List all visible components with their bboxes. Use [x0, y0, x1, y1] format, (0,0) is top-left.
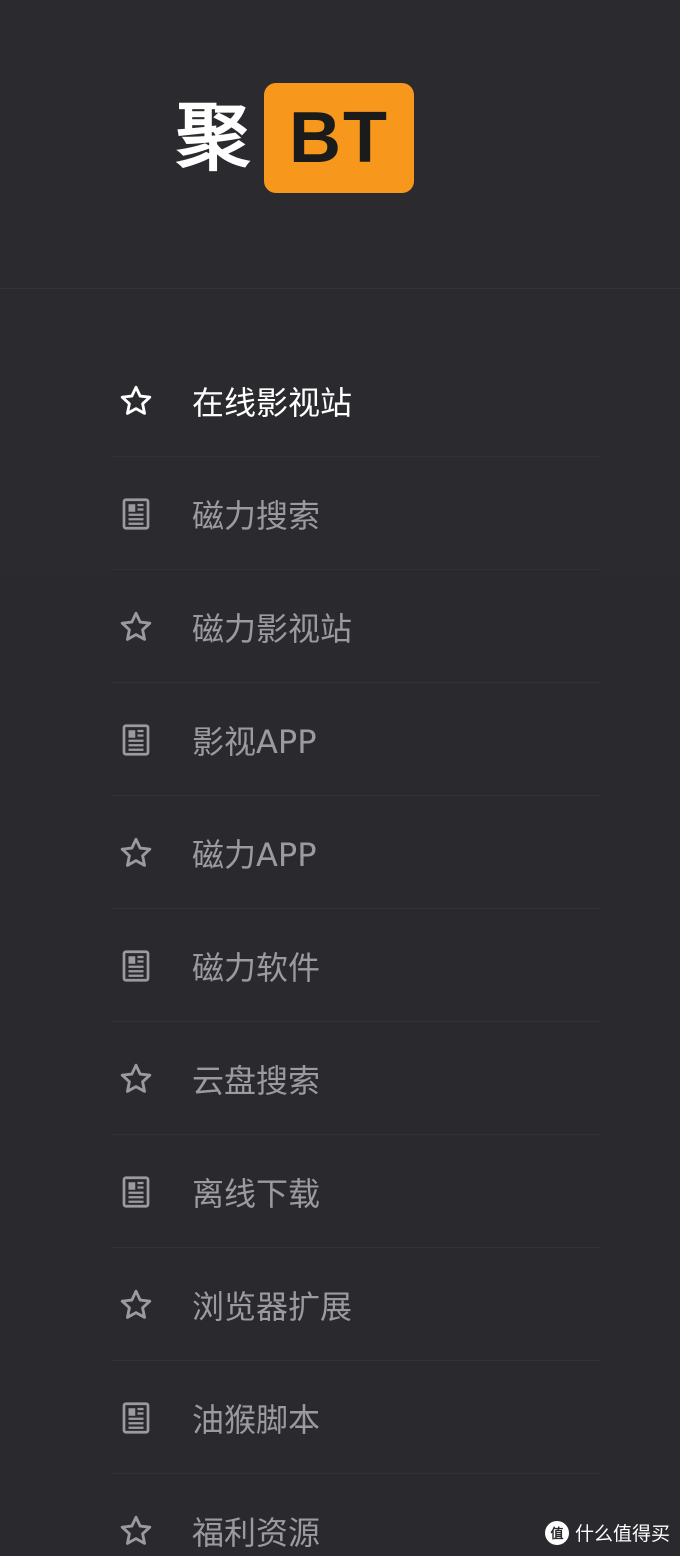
nav-item-label: 磁力影视站	[192, 609, 353, 648]
nav-item-label: 影视APP	[192, 722, 317, 761]
nav-item-label: 磁力软件	[192, 948, 321, 987]
watermark-text: 什么值得买	[574, 1523, 670, 1545]
nav-item[interactable]: 在线影视站	[0, 344, 680, 457]
nav-item[interactable]: 磁力影视站	[0, 570, 680, 683]
header-divider	[0, 288, 680, 289]
nav-item[interactable]: 磁力APP	[0, 796, 680, 909]
nav-item-label: 离线下载	[192, 1174, 321, 1213]
star-icon	[118, 609, 154, 645]
sidebar: 聚 BT 在线影视站磁力搜索磁力影视站影视APP 磁力APP 磁力软件云盘搜索离线下…	[0, 0, 680, 1556]
logo-char: 聚	[176, 95, 250, 181]
star-icon	[118, 1287, 154, 1323]
nav-item-label: 磁力APP	[192, 835, 317, 874]
nav-item[interactable]: 浏览器扩展	[0, 1248, 680, 1361]
newspaper-icon	[118, 948, 154, 984]
star-icon	[118, 383, 154, 419]
nav-item[interactable]: 油猴脚本	[0, 1361, 680, 1474]
site-logo[interactable]: 聚 BT	[176, 82, 414, 194]
nav-item-label: 在线影视站	[192, 383, 353, 422]
newspaper-icon	[118, 496, 154, 532]
watermark-logo-icon: 值	[544, 1520, 569, 1545]
nav-item-label: 浏览器扩展	[192, 1287, 353, 1326]
newspaper-icon	[118, 1400, 154, 1436]
nav-item-label: 油猴脚本	[192, 1400, 321, 1439]
nav-menu: 在线影视站磁力搜索磁力影视站影视APP 磁力APP 磁力软件云盘搜索离线下载浏览器扩…	[0, 344, 680, 1556]
newspaper-icon	[118, 722, 154, 758]
star-icon	[118, 835, 154, 871]
nav-item-label: 福利资源	[192, 1513, 321, 1552]
nav-item[interactable]: 影视APP	[0, 683, 680, 796]
newspaper-icon	[118, 1174, 154, 1210]
star-icon	[118, 1513, 154, 1549]
logo-badge: BT	[264, 83, 414, 193]
watermark: 值 什么值得买	[544, 1519, 670, 1546]
star-icon	[118, 1061, 154, 1097]
nav-item[interactable]: 云盘搜索	[0, 1022, 680, 1135]
nav-item[interactable]: 磁力软件	[0, 909, 680, 1022]
nav-item[interactable]: 离线下载	[0, 1135, 680, 1248]
nav-item-label: 磁力搜索	[192, 496, 321, 535]
nav-item-label: 云盘搜索	[192, 1061, 321, 1100]
nav-item[interactable]: 磁力搜索	[0, 457, 680, 570]
